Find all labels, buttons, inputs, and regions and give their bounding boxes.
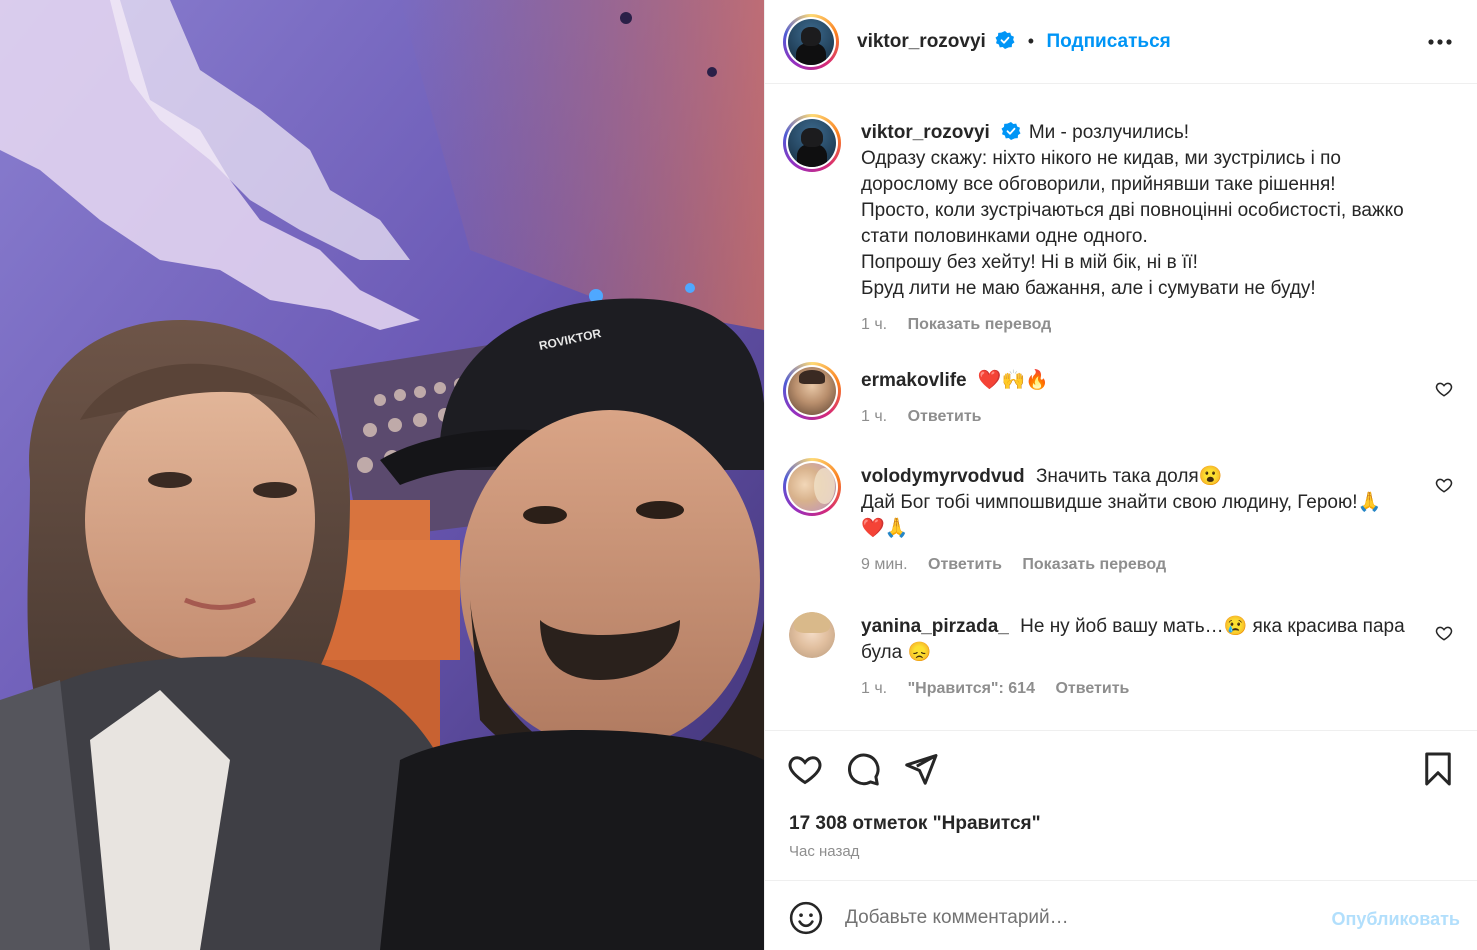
caption-translate-button[interactable]: Показать перевод bbox=[908, 316, 1052, 333]
comment-username[interactable]: yanina_pirzada_ bbox=[861, 616, 1009, 637]
reply-button[interactable]: Ответить bbox=[928, 556, 1002, 573]
reply-button[interactable]: Ответить bbox=[1055, 680, 1129, 697]
header-username[interactable]: viktor_rozovyi bbox=[857, 31, 986, 52]
commenter-avatar[interactable] bbox=[783, 458, 841, 516]
comment-body: ermakovlife ❤️🙌🔥 1 ч. Ответить bbox=[861, 368, 1441, 430]
comments-list[interactable]: viktor_rozovyi Ми - розлучились! Одразу … bbox=[765, 84, 1477, 730]
share-icon[interactable] bbox=[903, 751, 939, 787]
comment-icon[interactable] bbox=[845, 751, 881, 787]
caption-line: Ми - розлучились! bbox=[1028, 122, 1190, 143]
post-photo[interactable]: ROVIKTOR bbox=[0, 0, 764, 950]
verified-badge-icon bbox=[1001, 122, 1021, 140]
comment-meta: 9 мин. Ответить Показать перевод bbox=[861, 552, 1441, 578]
bookmark-icon[interactable] bbox=[1420, 751, 1456, 787]
post-comment-button[interactable]: Опубликовать bbox=[1331, 909, 1460, 930]
comment-username[interactable]: ermakovlife bbox=[861, 370, 967, 391]
author-avatar[interactable] bbox=[783, 14, 839, 70]
comment-meta: 1 ч. Ответить bbox=[861, 404, 1441, 430]
post-time: Час назад bbox=[789, 843, 860, 860]
comment-heart-icon[interactable] bbox=[1435, 380, 1453, 398]
commenter-avatar[interactable] bbox=[783, 362, 841, 420]
heart-icon[interactable] bbox=[787, 751, 823, 787]
photo-illustration: ROVIKTOR bbox=[0, 0, 764, 950]
post-panel: viktor_rozovyi • Подписаться viktor_rozo… bbox=[764, 0, 1477, 950]
comment-body: yanina_pirzada_ Не ну йоб вашу мать…😢 як… bbox=[861, 614, 1441, 702]
comment-username[interactable]: volodymyrvodvud bbox=[861, 466, 1025, 487]
comment-text: Не ну йоб вашу мать…😢 яка красива пара bbox=[1020, 616, 1405, 637]
comment-time: 9 мин. bbox=[861, 556, 908, 573]
comment-body: volodymyrvodvud Значить така доля😮 Дай Б… bbox=[861, 464, 1441, 578]
caption-author-avatar[interactable] bbox=[783, 114, 841, 172]
comment-meta: 1 ч. "Нравится": 614 Ответить bbox=[861, 676, 1441, 702]
caption-meta: 1 ч. Показать перевод bbox=[861, 312, 1441, 338]
comment-item: ermakovlife ❤️🙌🔥 1 ч. Ответить bbox=[781, 362, 1461, 442]
comment-translate-button[interactable]: Показать перевод bbox=[1022, 556, 1166, 573]
comment-text: була 😞 bbox=[861, 642, 932, 663]
verified-badge-icon bbox=[995, 31, 1015, 49]
reply-button[interactable]: Ответить bbox=[908, 408, 982, 425]
caption-line: Попрошу без хейту! Ні в мій бік, ні в її… bbox=[861, 252, 1198, 273]
caption-username[interactable]: viktor_rozovyi bbox=[861, 122, 990, 143]
post-actions: 17 308 отметок "Нравится" Час назад bbox=[765, 730, 1477, 880]
comment-heart-icon[interactable] bbox=[1435, 624, 1453, 642]
commenter-avatar[interactable] bbox=[789, 612, 835, 658]
caption-line: Просто, коли зустрічаються дві повноцінн… bbox=[861, 200, 1404, 221]
comment-text: Дай Бог тобі чимпошвидше знайти свою люд… bbox=[861, 492, 1382, 513]
comment-item: yanina_pirzada_ Не ну йоб вашу мать…😢 як… bbox=[781, 608, 1461, 708]
comment-time: 1 ч. bbox=[861, 680, 888, 697]
caption-line: Одразу скажу: ніхто нікого не кидав, ми … bbox=[861, 148, 1341, 169]
follow-button[interactable]: Подписаться bbox=[1047, 31, 1171, 52]
caption-line: стати половинками одне одного. bbox=[861, 226, 1148, 247]
comment-composer: Опубликовать bbox=[765, 880, 1477, 950]
post-header: viktor_rozovyi • Подписаться bbox=[765, 0, 1477, 84]
caption-time: 1 ч. bbox=[861, 316, 888, 333]
separator-dot: • bbox=[1027, 31, 1035, 51]
header-author-row: viktor_rozovyi • Подписаться bbox=[857, 30, 1171, 53]
comment-time: 1 ч. bbox=[861, 408, 888, 425]
caption-body: viktor_rozovyi Ми - розлучились! Одразу … bbox=[861, 120, 1441, 338]
post-caption: viktor_rozovyi Ми - розлучились! Одразу … bbox=[781, 114, 1461, 344]
comment-item: volodymyrvodvud Значить така доля😮 Дай Б… bbox=[781, 458, 1461, 588]
emoji-icon[interactable] bbox=[789, 901, 823, 935]
comment-text: ❤️🙏 bbox=[861, 518, 909, 539]
caption-line: дорослому все обговорили, прийнявши таке… bbox=[861, 174, 1336, 195]
caption-line: Бруд лити не маю бажання, але і сумувати… bbox=[861, 278, 1316, 299]
likes-count[interactable]: 17 308 отметок "Нравится" bbox=[789, 813, 1041, 835]
more-options-icon[interactable] bbox=[1426, 28, 1454, 56]
comment-heart-icon[interactable] bbox=[1435, 476, 1453, 494]
comment-text: ❤️🙌🔥 bbox=[977, 370, 1049, 391]
comment-text: Значить така доля😮 bbox=[1035, 466, 1223, 487]
comment-input[interactable] bbox=[845, 901, 1315, 935]
comment-likes-count[interactable]: "Нравится": 614 bbox=[908, 680, 1035, 697]
